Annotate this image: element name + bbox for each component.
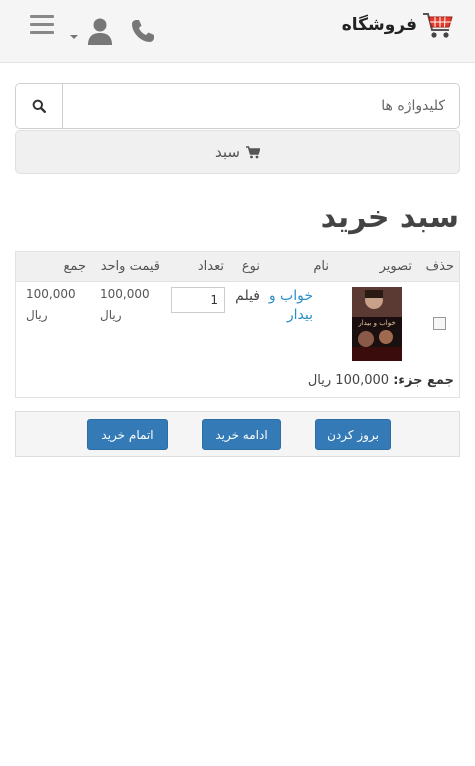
unit-price: 100,000 ریال: [100, 284, 160, 326]
header-quantity: تعداد: [197, 259, 224, 274]
search-icon: [32, 99, 46, 113]
unit-price-currency: ریال: [100, 308, 122, 322]
cart-icon: [245, 145, 260, 158]
header-name: نام: [313, 259, 329, 274]
header-image: تصویر: [379, 259, 412, 274]
checkout-button[interactable]: اتمام خرید: [87, 419, 168, 450]
brand-name: فروشگاه: [341, 15, 417, 35]
user-icon: [88, 18, 112, 45]
subtotal: جمع جزء: 100,000 ریال: [308, 373, 454, 388]
menu-icon[interactable]: [30, 15, 54, 35]
shopping-cart-icon: [423, 13, 453, 38]
product-type: فیلم: [235, 288, 260, 304]
header-unit-price: قیمت واحد: [100, 259, 160, 274]
continue-shopping-button[interactable]: ادامه خرید: [202, 419, 281, 450]
subtotal-label: جمع جزء:: [393, 373, 454, 388]
search-form: [15, 83, 460, 129]
phone-icon[interactable]: [130, 18, 156, 44]
unit-price-value: 100,000: [100, 287, 150, 301]
row-total: 100,000 ریال: [26, 284, 86, 326]
brand-logo[interactable]: فروشگاه: [342, 8, 455, 42]
movie-poster-thumbnail[interactable]: خواب و بیدار: [352, 287, 402, 361]
header-delete: حذف: [425, 259, 454, 274]
table-header: حذف تصویر نام نوع تعداد قیمت واحد جمع: [16, 252, 459, 282]
search-button[interactable]: [16, 84, 63, 128]
quantity-input[interactable]: [171, 287, 225, 313]
search-input[interactable]: [63, 84, 459, 128]
header-total: جمع: [63, 259, 86, 274]
cart-actions: بروز کردن ادامه خرید اتمام خرید: [15, 411, 460, 457]
table-row: خواب و بیدار خواب و بیدار فیلم 100,000 ر…: [16, 282, 459, 398]
subtotal-value: 100,000 ریال: [307, 373, 390, 388]
cart-button[interactable]: سبد: [15, 130, 460, 174]
page-title: سبد خرید: [320, 200, 459, 235]
svg-text:خواب و بیدار: خواب و بیدار: [357, 319, 395, 327]
product-name-link[interactable]: خواب و بیدار: [267, 287, 313, 325]
row-total-currency: ریال: [26, 308, 48, 322]
update-cart-button[interactable]: بروز کردن: [315, 419, 391, 450]
header-type: نوع: [241, 259, 260, 274]
user-menu[interactable]: [70, 17, 114, 45]
top-navbar: فروشگاه: [0, 0, 475, 63]
cart-button-label: سبد: [215, 143, 240, 161]
row-total-value: 100,000: [26, 287, 76, 301]
remove-checkbox[interactable]: [433, 317, 446, 330]
chevron-down-icon: [70, 35, 78, 39]
cart-table: حذف تصویر نام نوع تعداد قیمت واحد جمع خو…: [15, 251, 460, 398]
